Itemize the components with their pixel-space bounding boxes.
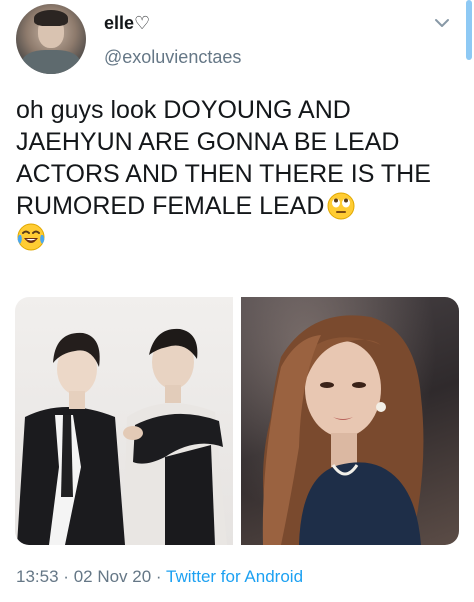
- photo-woman-illustration: [262, 315, 424, 545]
- photo-woman[interactable]: [241, 297, 459, 545]
- meta-separator: ·: [63, 567, 69, 586]
- face-with-rolling-eyes-icon: [327, 192, 355, 220]
- avatar[interactable]: [16, 4, 86, 74]
- tweet-meta: 13:53 · 02 Nov 20 · Twitter for Android: [16, 567, 303, 587]
- tweet-date: 02 Nov 20: [73, 567, 152, 586]
- chevron-down-icon[interactable]: [433, 14, 451, 32]
- scrollbar[interactable]: [466, 0, 472, 60]
- display-name[interactable]: elle♡: [104, 13, 150, 34]
- tweet-text: oh guys look DOYOUNG AND JAEHYUN ARE GON…: [16, 94, 461, 254]
- avatar-body: [22, 50, 80, 74]
- avatar-hair: [34, 10, 68, 26]
- photo-two-men[interactable]: [15, 297, 233, 545]
- tweet-source-link[interactable]: Twitter for Android: [166, 567, 303, 586]
- tweet-time: 13:53: [16, 567, 59, 586]
- photo-two-men-illustration: [17, 328, 227, 545]
- meta-separator: ·: [155, 567, 162, 586]
- media-grid: [15, 297, 459, 545]
- user-handle[interactable]: @exoluvienctaes: [104, 47, 241, 68]
- tweet-body: oh guys look DOYOUNG AND JAEHYUN ARE GON…: [16, 96, 431, 220]
- face-with-tears-of-joy-icon: [17, 223, 45, 251]
- tweet: elle♡ @exoluvienctaes oh guys look DOYOU…: [0, 0, 474, 602]
